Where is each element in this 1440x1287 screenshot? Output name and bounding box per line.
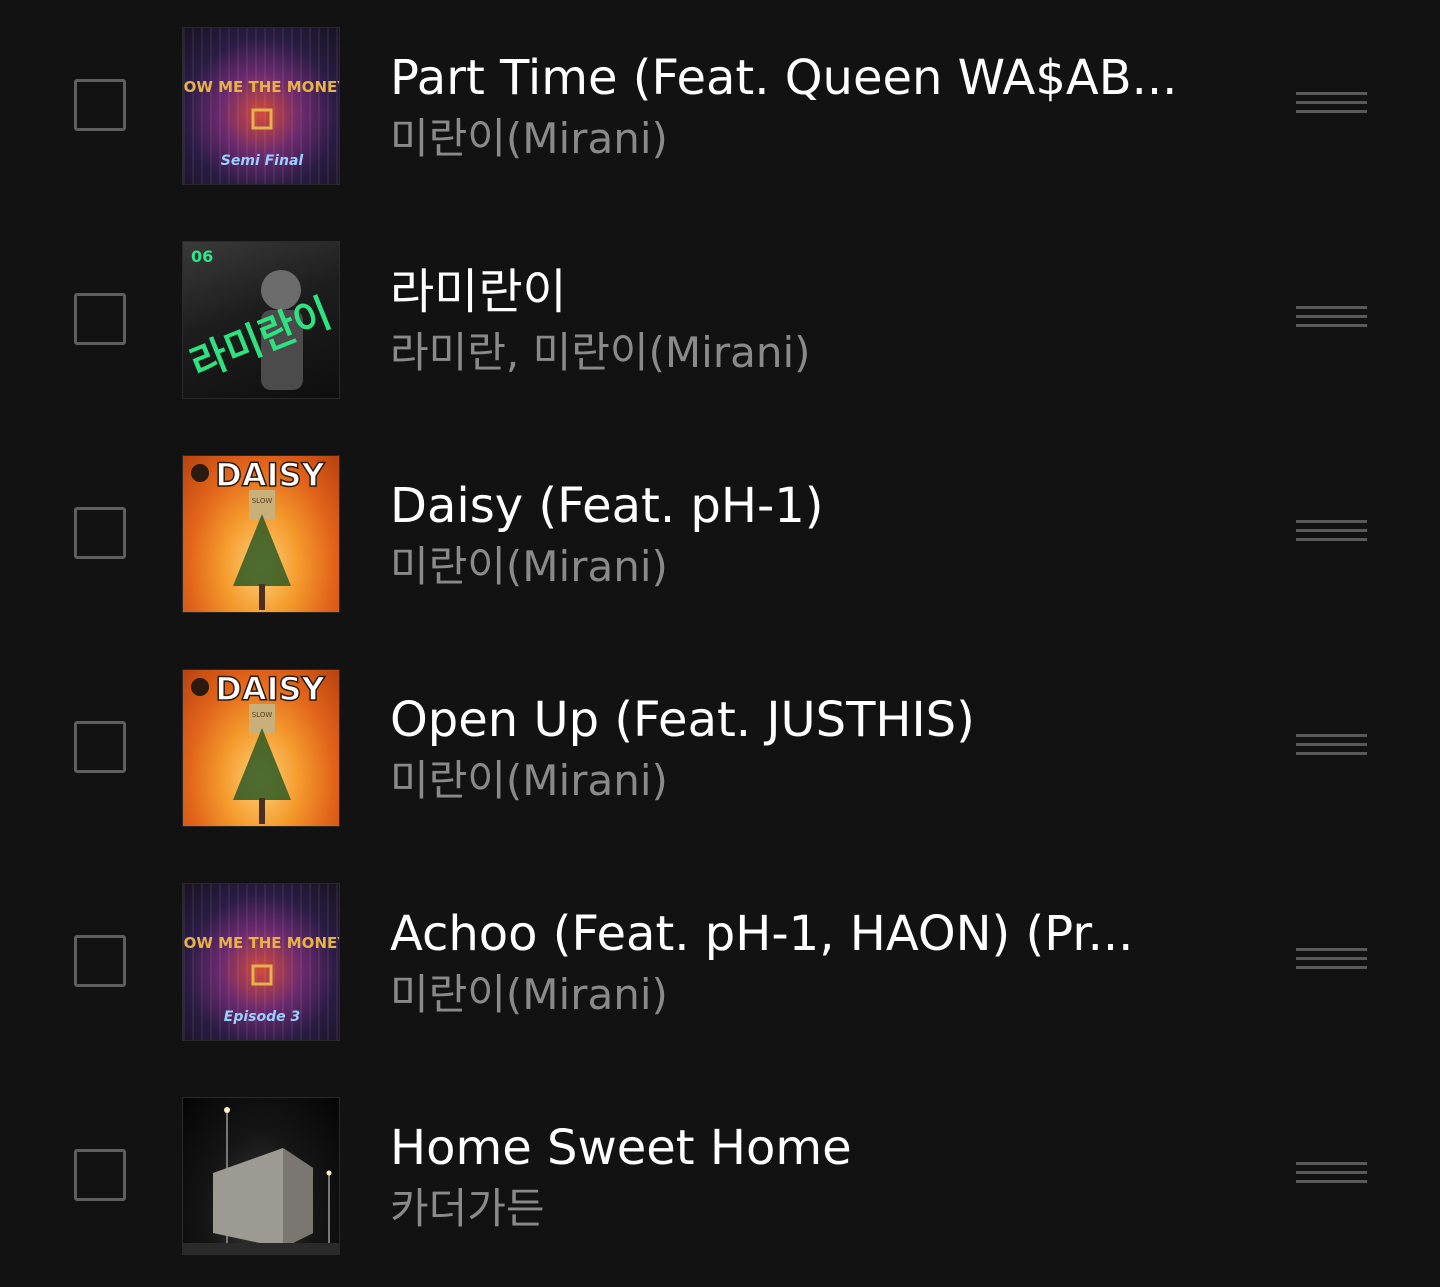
track-artist: 미란이(Mirani) [390, 542, 668, 591]
album-cover-art: DAISY SLOW [191, 456, 326, 610]
track-row[interactable]: DAISY SLOW Open Up (Feat. JUSTHIS) 미란이(M… [0, 642, 1440, 856]
track-title: Achoo (Feat. pH-1, HAON) (Pr... [390, 906, 1134, 962]
album-cover-art [183, 1107, 339, 1254]
track-title: Daisy (Feat. pH-1) [390, 478, 824, 534]
svg-text:Semi Final: Semi Final [221, 153, 304, 169]
track-title: Home Sweet Home [390, 1120, 852, 1176]
track-checkbox[interactable] [74, 721, 126, 773]
track-title: 라미란이 [390, 264, 567, 320]
track-checkbox[interactable] [74, 79, 126, 131]
album-cover[interactable] [182, 1097, 340, 1255]
track-artist: 카더가든 [390, 1184, 545, 1233]
album-cover-art: SHOW ME THE MONEY 9 Semi Final [183, 78, 340, 169]
track-checkbox[interactable] [74, 293, 126, 345]
track-row[interactable]: Home Sweet Home 카더가든 [0, 1070, 1440, 1284]
track-title: Part Time (Feat. Queen WA$AB... [390, 50, 1178, 106]
svg-text:SHOW ME THE MONEY 9: SHOW ME THE MONEY 9 [183, 78, 340, 96]
album-cover-art: DAISY SLOW [191, 670, 326, 824]
svg-text:SLOW: SLOW [252, 711, 273, 719]
track-row[interactable]: 06 라미란이 라미란이 라미란, 미란이(Mirani) [0, 214, 1440, 428]
track-checkbox[interactable] [74, 1149, 126, 1201]
album-cover[interactable]: DAISY SLOW [182, 455, 340, 613]
svg-text:SHOW ME THE MONEY 9: SHOW ME THE MONEY 9 [183, 934, 340, 952]
drag-handle-icon[interactable] [1296, 520, 1367, 550]
track-artist: 미란이(Mirani) [390, 756, 668, 805]
svg-text:06: 06 [191, 247, 213, 266]
album-cover[interactable]: SHOW ME THE MONEY 9 Episode 3 [182, 883, 340, 1041]
track-artist: 라미란, 미란이(Mirani) [390, 328, 811, 377]
track-list: SHOW ME THE MONEY 9 Semi Final Part Time… [0, 0, 1440, 1287]
track-title: Open Up (Feat. JUSTHIS) [390, 692, 975, 748]
track-checkbox[interactable] [74, 507, 126, 559]
drag-handle-icon[interactable] [1296, 1162, 1367, 1192]
album-cover-art: 06 라미란이 [184, 247, 338, 390]
album-cover[interactable]: SHOW ME THE MONEY 9 Semi Final [182, 27, 340, 185]
svg-text:라미란이: 라미란이 [184, 290, 338, 388]
track-row[interactable]: SHOW ME THE MONEY 9 Episode 3 Achoo (Fea… [0, 856, 1440, 1070]
track-artist: 미란이(Mirani) [390, 114, 668, 163]
drag-handle-icon[interactable] [1296, 734, 1367, 764]
svg-text:SLOW: SLOW [252, 497, 273, 505]
svg-text:DAISY: DAISY [215, 456, 325, 494]
track-row[interactable]: SHOW ME THE MONEY 9 Semi Final Part Time… [0, 0, 1440, 214]
drag-handle-icon[interactable] [1296, 948, 1367, 978]
album-cover[interactable]: DAISY SLOW [182, 669, 340, 827]
track-row[interactable]: DAISY SLOW Daisy (Feat. pH-1) 미란이(Mirani… [0, 428, 1440, 642]
drag-handle-icon[interactable] [1296, 92, 1367, 122]
album-cover-art: SHOW ME THE MONEY 9 Episode 3 [183, 934, 340, 1025]
album-cover[interactable]: 06 라미란이 [182, 241, 340, 399]
svg-text:Episode 3: Episode 3 [224, 1009, 300, 1025]
track-checkbox[interactable] [74, 935, 126, 987]
drag-handle-icon[interactable] [1296, 306, 1367, 336]
track-artist: 미란이(Mirani) [390, 970, 668, 1019]
svg-text:DAISY: DAISY [215, 670, 325, 708]
